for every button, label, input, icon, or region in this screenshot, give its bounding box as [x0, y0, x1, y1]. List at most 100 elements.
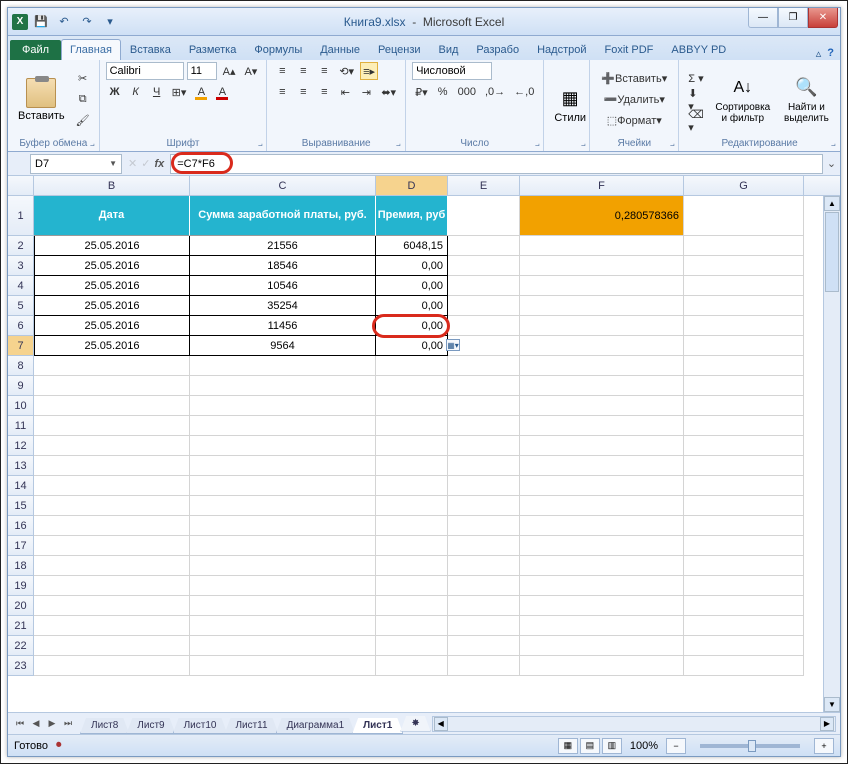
cell-F22[interactable] [520, 636, 684, 656]
scroll-down-button[interactable]: ▼ [824, 697, 840, 712]
row-header-23[interactable]: 23 [8, 656, 34, 676]
cell-D11[interactable] [376, 416, 448, 436]
wrap-text-button[interactable]: ≡▸ [360, 62, 378, 80]
row-header-20[interactable]: 20 [8, 596, 34, 616]
cell-D23[interactable] [376, 656, 448, 676]
cell-F9[interactable] [520, 376, 684, 396]
row-header-13[interactable]: 13 [8, 456, 34, 476]
cell-D5[interactable]: 0,00 [376, 296, 448, 316]
cell-F18[interactable] [520, 556, 684, 576]
align-bottom-button[interactable]: ≡ [315, 62, 333, 80]
cell-B18[interactable] [34, 556, 190, 576]
spreadsheet-grid[interactable]: BCDEFG 1 Дата Сумма заработной платы, ру… [8, 176, 840, 712]
col-header-C[interactable]: C [190, 176, 376, 195]
zoom-in-button[interactable]: + [814, 738, 834, 754]
row-header-21[interactable]: 21 [8, 616, 34, 636]
cell-G7[interactable] [684, 336, 804, 356]
hscroll-left[interactable]: ◀ [434, 717, 448, 731]
cell-F12[interactable] [520, 436, 684, 456]
delete-cells-button[interactable]: ➖ Удалить ▾ [596, 91, 672, 109]
align-right-button[interactable]: ≡ [315, 83, 333, 101]
percent-button[interactable]: % [434, 83, 452, 101]
view-normal-button[interactable]: ▦ [558, 738, 578, 754]
cell-B23[interactable] [34, 656, 190, 676]
tab-формулы[interactable]: Формулы [245, 39, 311, 60]
cell-B4[interactable]: 25.05.2016 [34, 276, 190, 296]
tab-разрабо[interactable]: Разрабо [467, 39, 528, 60]
cell-G13[interactable] [684, 456, 804, 476]
col-header-F[interactable]: F [520, 176, 684, 195]
cell-G6[interactable] [684, 316, 804, 336]
copy-button[interactable]: ⧉ [73, 91, 93, 109]
cell-E16[interactable] [448, 516, 520, 536]
sheet-nav-next[interactable]: ▶ [44, 718, 60, 729]
col-header-E[interactable]: E [448, 176, 520, 195]
cell-F11[interactable] [520, 416, 684, 436]
sheet-tab-Диаграмма1[interactable]: Диаграмма1 [276, 718, 356, 734]
cell-E11[interactable] [448, 416, 520, 436]
cell-F6[interactable] [520, 316, 684, 336]
cell-B22[interactable] [34, 636, 190, 656]
cell-C11[interactable] [190, 416, 376, 436]
new-sheet-button[interactable]: ✸ [400, 716, 430, 732]
cell-E17[interactable] [448, 536, 520, 556]
cell-F10[interactable] [520, 396, 684, 416]
tab-вставка[interactable]: Вставка [121, 39, 180, 60]
minimize-button[interactable]: — [748, 8, 778, 28]
fx-icon[interactable]: fx [154, 158, 164, 170]
horizontal-scrollbar[interactable]: ◀ ▶ [432, 716, 836, 732]
cell-C16[interactable] [190, 516, 376, 536]
cell-G22[interactable] [684, 636, 804, 656]
cell-G10[interactable] [684, 396, 804, 416]
cell-C8[interactable] [190, 356, 376, 376]
cell-F2[interactable] [520, 236, 684, 256]
row-header-8[interactable]: 8 [8, 356, 34, 376]
row-header-19[interactable]: 19 [8, 576, 34, 596]
row-header-16[interactable]: 16 [8, 516, 34, 536]
cell-B10[interactable] [34, 396, 190, 416]
cell-B11[interactable] [34, 416, 190, 436]
orientation-button[interactable]: ⟲▾ [336, 62, 357, 80]
cell-D16[interactable] [376, 516, 448, 536]
fill-button[interactable]: ⬇ ▾ [685, 91, 707, 109]
cell-G12[interactable] [684, 436, 804, 456]
save-button[interactable]: 💾 [31, 12, 51, 32]
cell-G2[interactable] [684, 236, 804, 256]
find-select-button[interactable]: 🔍 Найти и выделить [779, 74, 834, 126]
tab-вид[interactable]: Вид [430, 39, 468, 60]
cell-C20[interactable] [190, 596, 376, 616]
cell-E13[interactable] [448, 456, 520, 476]
row-header-14[interactable]: 14 [8, 476, 34, 496]
view-pagebreak-button[interactable]: ▥ [602, 738, 622, 754]
col-header-D[interactable]: D [376, 176, 448, 195]
cell-E2[interactable] [448, 236, 520, 256]
clear-button[interactable]: ⌫ ▾ [685, 112, 707, 130]
cell-C6[interactable]: 11456 [190, 316, 376, 336]
cell-F23[interactable] [520, 656, 684, 676]
cell-G8[interactable] [684, 356, 804, 376]
cell-F20[interactable] [520, 596, 684, 616]
ribbon-minimize-icon[interactable]: ▵ [816, 47, 822, 60]
cell-C21[interactable] [190, 616, 376, 636]
cell-E20[interactable] [448, 596, 520, 616]
indent-dec-button[interactable]: ⇤ [336, 83, 354, 101]
font-size-combo[interactable]: 11 [187, 62, 217, 80]
header-salary[interactable]: Сумма заработной платы, руб. [190, 196, 376, 236]
view-layout-button[interactable]: ▤ [580, 738, 600, 754]
align-center-button[interactable]: ≡ [294, 83, 312, 101]
col-header-B[interactable]: B [34, 176, 190, 195]
shrink-font-button[interactable]: A▾ [241, 62, 260, 80]
row-header-5[interactable]: 5 [8, 296, 34, 316]
cell-F21[interactable] [520, 616, 684, 636]
cell-B5[interactable]: 25.05.2016 [34, 296, 190, 316]
undo-button[interactable]: ↶ [54, 12, 74, 32]
cell-E4[interactable] [448, 276, 520, 296]
close-button[interactable]: ✕ [808, 8, 838, 28]
cell-F1[interactable]: 0,280578366 [520, 196, 684, 236]
row-header-9[interactable]: 9 [8, 376, 34, 396]
row-header-3[interactable]: 3 [8, 256, 34, 276]
cell-C22[interactable] [190, 636, 376, 656]
format-painter-button[interactable]: 🖌 [73, 112, 93, 130]
cell-B7[interactable]: 25.05.2016 [34, 336, 190, 356]
cell-B20[interactable] [34, 596, 190, 616]
